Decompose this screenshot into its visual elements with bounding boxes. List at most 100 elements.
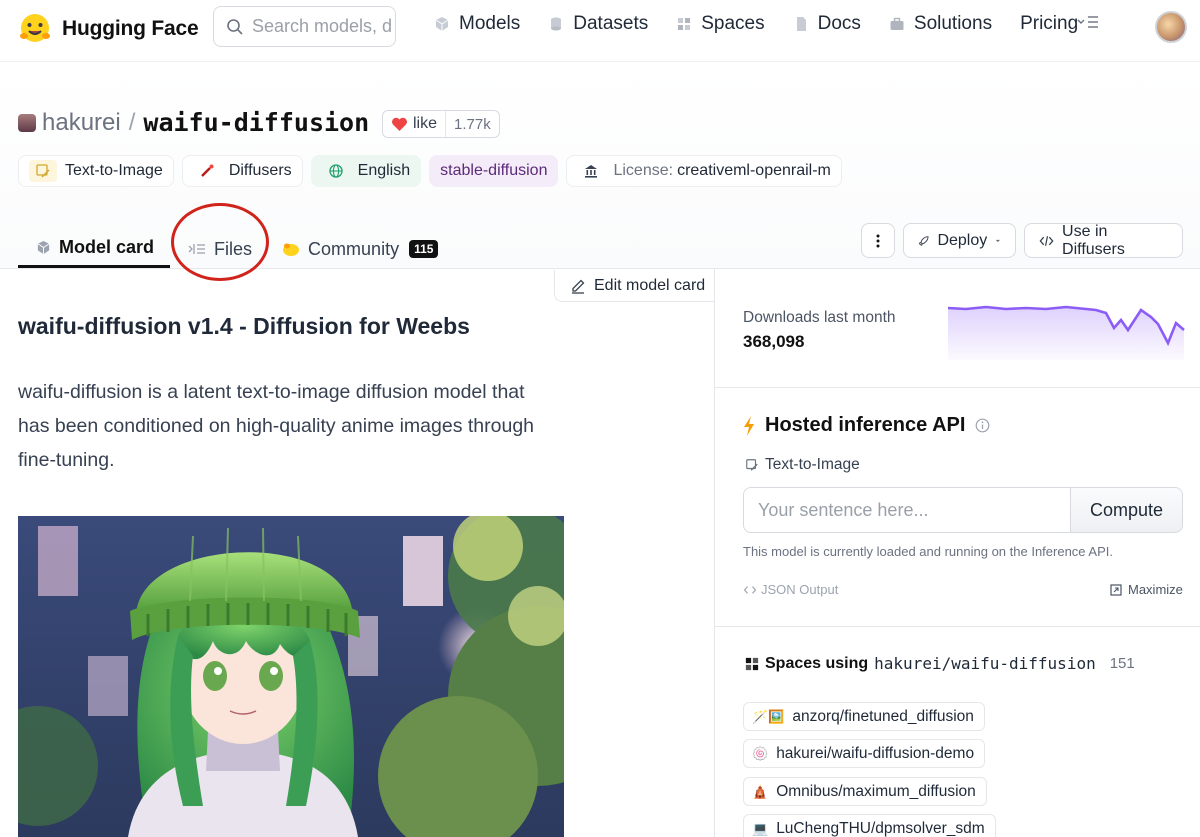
nav-solutions[interactable]: Solutions — [889, 13, 992, 35]
space-link-anzorq-finetuned-diffusion[interactable]: 🪄🖼️ anzorq/finetuned_diffusion — [743, 702, 985, 731]
diffusers-icon — [193, 160, 221, 182]
compute-button[interactable]: Compute — [1070, 487, 1183, 533]
nav-pricing[interactable]: Pricing — [1020, 13, 1078, 35]
tag-label: Diffusers — [228, 162, 292, 179]
repo-tabs: Model card Files Community 115 — [18, 222, 454, 268]
like-left: like — [383, 111, 445, 137]
rocket-icon — [918, 235, 929, 246]
use-in-diffusers-button[interactable]: Use in Diffusers — [1024, 223, 1183, 258]
search-box[interactable] — [213, 6, 396, 47]
inference-status-note: This model is currently loaded and runni… — [743, 544, 1113, 559]
downloads-value: 368,098 — [743, 332, 805, 351]
like-button[interactable]: like 1.77k — [382, 110, 500, 138]
bank-icon — [577, 160, 605, 182]
tab-label: Files — [214, 238, 253, 259]
repo-title: hakurei / waifu-diffusion — [18, 108, 397, 137]
repo-name[interactable]: waifu-diffusion — [143, 108, 369, 137]
deploy-button[interactable]: Deploy — [903, 223, 1016, 258]
space-name: anzorq/finetuned_diffusion — [792, 707, 974, 725]
tab-label: Community — [308, 238, 400, 259]
json-output-label: JSON Output — [761, 582, 839, 597]
license-label: License: — [613, 162, 674, 179]
inference-task-label: Text-to-Image — [765, 456, 860, 473]
nav-datasets[interactable]: Datasets — [548, 13, 648, 35]
nav-pricing-label: Pricing — [1020, 13, 1079, 34]
owner-avatar[interactable] — [18, 113, 36, 132]
sidebar-divider — [714, 269, 715, 837]
brand-logo[interactable]: Hugging Face — [18, 12, 199, 46]
tag-stable-diffusion[interactable]: stable-diffusion — [429, 155, 559, 187]
maximize-button[interactable]: Maximize — [1110, 582, 1183, 597]
code-icon — [1039, 235, 1054, 246]
inference-api-title-text: Hosted inference API — [765, 414, 966, 436]
document-icon — [796, 17, 806, 31]
more-menu-icon[interactable] — [1076, 14, 1100, 35]
space-link-waifu-diffusion-demo[interactable]: 🍥 hakurei/waifu-diffusion-demo — [743, 739, 986, 768]
briefcase-icon — [890, 17, 904, 30]
tag-diffusers[interactable]: Diffusers — [181, 155, 303, 187]
search-input[interactable] — [252, 16, 392, 37]
tab-community[interactable]: Community 115 — [268, 222, 454, 268]
json-output-toggle[interactable]: JSON Output — [743, 582, 838, 597]
nav-spaces[interactable]: Spaces — [676, 13, 765, 35]
sidebar-divider-1 — [715, 387, 1200, 388]
spaces-title-repo: hakurei/waifu-diffusion — [874, 654, 1096, 673]
spaces-using-title: Spaces using hakurei/waifu-diffusion 151 — [745, 654, 1135, 673]
nav-links: Models Datasets Spaces Docs Solutions Pr… — [434, 13, 1106, 35]
tag-license[interactable]: License: creativeml-openrail-m — [566, 155, 842, 187]
inference-api-title: Hosted inference API — [743, 414, 990, 437]
space-link-dpmsolver-sdm[interactable]: 💻 LuChengTHU/dpmsolver_sdm — [743, 814, 996, 837]
hugging-face-logo-icon — [20, 14, 50, 42]
more-options-button[interactable] — [861, 223, 895, 258]
text-to-image-icon — [29, 160, 57, 182]
community-count-badge: 115 — [409, 240, 439, 258]
lightning-icon — [744, 415, 754, 436]
database-icon — [551, 17, 562, 31]
tab-model-card[interactable]: Model card — [18, 222, 171, 268]
model-card-description: waifu-diffusion is a latent text-to-imag… — [18, 381, 535, 471]
space-name: Omnibus/maximum_diffusion — [776, 782, 976, 800]
downloads-sparkline — [947, 305, 1185, 360]
user-avatar[interactable] — [1155, 11, 1187, 43]
tag-text-to-image[interactable]: Text-to-Image — [18, 155, 174, 187]
edit-model-card-button[interactable]: Edit model card — [554, 270, 715, 302]
inference-input[interactable] — [743, 487, 1071, 533]
tab-files[interactable]: Files — [170, 222, 268, 268]
tag-label: stable-diffusion — [440, 162, 548, 179]
caret-down-icon — [995, 239, 1001, 242]
model-card-title: waifu-diffusion v1.4 - Diffusion for Wee… — [18, 313, 470, 339]
like-label: like — [413, 115, 438, 132]
space-link-maximum-diffusion[interactable]: 🛕 Omnibus/maximum_diffusion — [743, 777, 987, 806]
brand-name: Hugging Face — [62, 17, 199, 40]
grid-icon — [678, 18, 691, 30]
tag-list: Text-to-Image Diffusers English stable-d… — [18, 155, 842, 187]
space-name: hakurei/waifu-diffusion-demo — [776, 744, 975, 762]
vertical-dots-icon — [876, 234, 880, 247]
spaces-title-prefix: Spaces using — [765, 654, 869, 672]
repo-separator: / — [128, 108, 136, 136]
nav-docs[interactable]: Docs — [793, 13, 861, 35]
community-icon — [283, 243, 300, 256]
maximize-label: Maximize — [1128, 582, 1183, 597]
space-emoji: 🪄🖼️ — [752, 708, 785, 724]
nav-models[interactable]: Models — [434, 13, 520, 35]
sample-image — [18, 516, 564, 837]
inference-task: Text-to-Image — [745, 456, 860, 474]
tag-english[interactable]: English — [310, 155, 422, 187]
tag-label: English — [357, 162, 411, 179]
nav-spaces-label: Spaces — [701, 13, 765, 34]
tag-label: Text-to-Image — [65, 162, 163, 179]
use-in-diffusers-label: Use in Diffusers — [1062, 222, 1125, 258]
sidebar-divider-2 — [715, 626, 1200, 627]
nav-docs-label: Docs — [817, 13, 861, 34]
maximize-icon — [1110, 583, 1122, 596]
repo-owner[interactable]: hakurei — [42, 109, 121, 137]
spaces-count: 151 — [1109, 655, 1135, 672]
like-count: 1.77k — [445, 111, 499, 137]
nav-datasets-label: Datasets — [573, 13, 649, 34]
code-icon — [743, 585, 757, 594]
info-icon[interactable] — [975, 418, 990, 433]
nav-solutions-label: Solutions — [913, 13, 993, 34]
heart-icon — [392, 117, 407, 131]
edit-model-card-label: Edit model card — [594, 276, 706, 294]
